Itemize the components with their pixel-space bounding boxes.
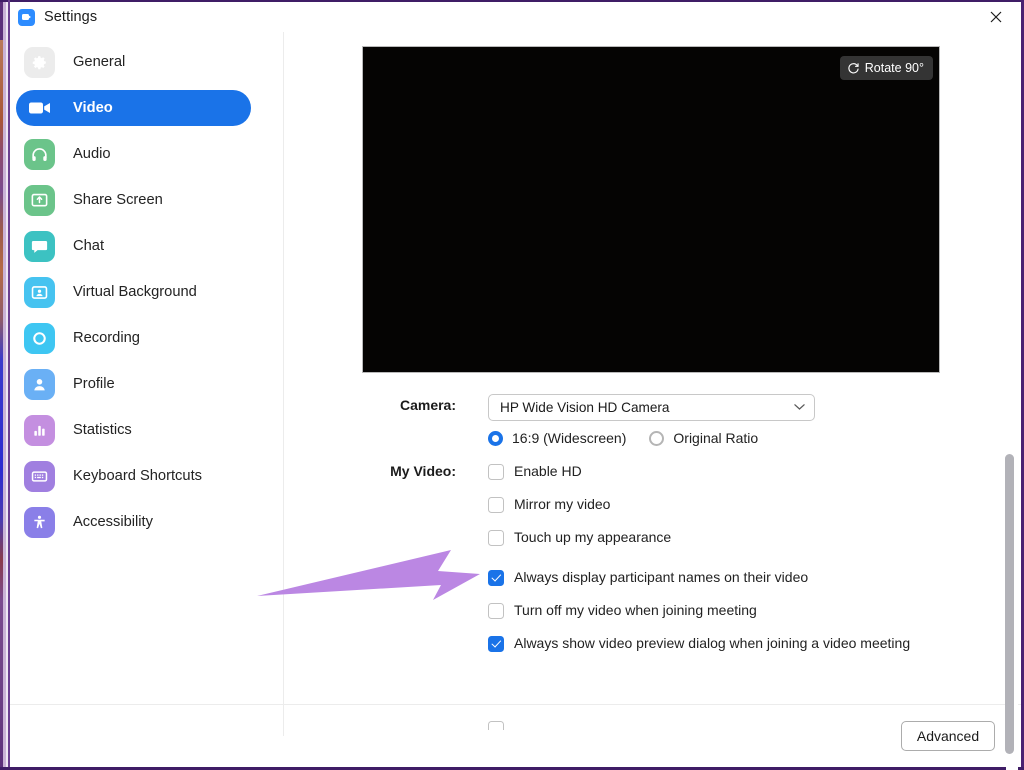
record-circle-icon <box>24 322 55 354</box>
radio-label: Original Ratio <box>673 430 759 446</box>
camera-row: Camera: HP Wide Vision HD Camera <box>284 394 1021 427</box>
title-bar: Settings <box>10 2 1021 32</box>
checkbox-indicator <box>488 602 504 619</box>
sidebar-item-label: Statistics <box>73 422 132 438</box>
sidebar-item-chat[interactable]: Chat <box>16 228 251 264</box>
checkbox-indicator <box>488 463 504 480</box>
advanced-button[interactable]: Advanced <box>901 721 995 751</box>
radio-label: 16:9 (Widescreen) <box>512 430 627 446</box>
checkbox-indicator <box>488 635 504 652</box>
checkbox-indicator <box>488 721 504 730</box>
accessibility-icon <box>24 506 55 538</box>
mirror-video-row: Mirror my video <box>284 493 1021 526</box>
rotate-icon <box>848 62 859 73</box>
sidebar-item-label: Video <box>73 100 113 116</box>
sidebar-item-audio[interactable]: Audio <box>16 136 251 172</box>
virtual-background-icon <box>24 276 55 308</box>
gear-icon <box>24 46 55 78</box>
sidebar: General Video Audio Share Screen Chat Vi… <box>10 32 284 767</box>
person-icon <box>24 368 55 400</box>
sidebar-item-recording[interactable]: Recording <box>16 320 251 356</box>
zoom-logo-icon <box>18 8 35 26</box>
settings-content: Rotate 90° Camera: HP Wide Vision HD Cam… <box>284 32 1021 767</box>
sidebar-item-general[interactable]: General <box>16 44 251 80</box>
rotate-button-label: Rotate 90° <box>864 61 924 75</box>
sidebar-item-label: Virtual Background <box>73 284 197 300</box>
settings-window: Settings General Video Audio Share Scree… <box>0 0 1024 770</box>
checkbox-indicator <box>488 569 504 586</box>
checkbox-label: Always show video preview dialog when jo… <box>514 635 911 651</box>
checkbox-mirror-my-video[interactable]: Mirror my video <box>488 493 610 516</box>
my-video-row: My Video: Enable HD <box>284 460 1021 493</box>
checkbox-label: Mirror my video <box>514 496 611 512</box>
radio-indicator <box>649 431 665 446</box>
checkbox-turn-off-my-video-when-joining[interactable]: Turn off my video when joining meeting <box>488 599 757 622</box>
checkbox-label: Enable HD <box>514 463 582 479</box>
checkbox-enable-hd[interactable]: Enable HD <box>488 460 582 483</box>
checkbox-always-display-participant-names[interactable]: Always display participant names on thei… <box>488 566 808 589</box>
rotate-90-button[interactable]: Rotate 90° <box>839 56 933 80</box>
scrollbar-thumb[interactable] <box>1005 454 1014 754</box>
sidebar-item-label: Share Screen <box>73 192 163 208</box>
checkbox-indicator <box>488 529 504 546</box>
sidebar-item-label: Audio <box>73 146 111 162</box>
checkbox-clipped[interactable] <box>488 721 504 730</box>
radio-16-9-widescreen[interactable]: 16:9 (Widescreen) <box>488 427 626 450</box>
checkbox-indicator <box>488 496 504 513</box>
sidebar-item-label: Keyboard Shortcuts <box>73 468 202 484</box>
keyboard-icon <box>24 460 55 492</box>
sidebar-item-virtual-background[interactable]: Virtual Background <box>16 274 251 310</box>
sidebar-item-label: Recording <box>73 330 140 346</box>
window-title: Settings <box>44 9 98 25</box>
bar-chart-icon <box>24 414 55 446</box>
aspect-ratio-row: 16:9 (Widescreen) Original Ratio <box>284 427 1021 460</box>
sidebar-item-accessibility[interactable]: Accessibility <box>16 504 251 540</box>
video-preview-dialog-row: Always show video preview dialog when jo… <box>284 632 1021 665</box>
sidebar-item-label: Chat <box>73 238 105 254</box>
checkbox-label: Always display participant names on thei… <box>514 569 809 585</box>
window-body: General Video Audio Share Screen Chat Vi… <box>10 32 1021 770</box>
close-icon <box>990 11 1002 23</box>
headphones-icon <box>24 138 55 170</box>
video-camera-icon <box>24 93 55 124</box>
touch-up-row: Touch up my appearance <box>284 526 1021 559</box>
camera-label: Camera: <box>399 397 456 413</box>
camera-select[interactable]: HP Wide Vision HD Camera <box>488 394 815 421</box>
sidebar-item-share-screen[interactable]: Share Screen <box>16 182 251 218</box>
close-button[interactable] <box>974 2 1018 32</box>
checkbox-always-show-video-preview-dialog[interactable]: Always show video preview dialog when jo… <box>488 632 910 655</box>
chat-bubble-icon <box>24 230 55 262</box>
sidebar-item-keyboard-shortcuts[interactable]: Keyboard Shortcuts <box>16 458 251 494</box>
sidebar-item-label: Accessibility <box>73 514 153 530</box>
checkbox-label: Turn off my video when joining meeting <box>514 602 757 618</box>
checkbox-touch-up-my-appearance[interactable]: Touch up my appearance <box>488 526 671 549</box>
sidebar-item-video[interactable]: Video <box>16 90 251 126</box>
checkbox-label: Touch up my appearance <box>514 529 672 545</box>
sidebar-item-label: General <box>73 54 126 70</box>
share-screen-icon <box>24 184 55 216</box>
settings-form: Camera: HP Wide Vision HD Camera 16:9 (W… <box>284 394 1021 730</box>
turn-off-video-row: Turn off my video when joining meeting <box>284 599 1021 632</box>
footer-divider <box>10 704 1021 705</box>
clipped-row <box>488 721 504 730</box>
sidebar-item-statistics[interactable]: Statistics <box>16 412 251 448</box>
meetings-label: Meetings: <box>390 569 456 585</box>
radio-original-ratio[interactable]: Original Ratio <box>649 427 758 450</box>
meetings-row: Meetings: Always display participant nam… <box>284 566 1021 599</box>
sidebar-item-label: Profile <box>73 376 115 392</box>
scrollbar-track[interactable] <box>1005 64 1018 770</box>
video-preview: Rotate 90° <box>362 46 940 373</box>
sidebar-item-profile[interactable]: Profile <box>16 366 251 402</box>
radio-indicator <box>488 431 503 446</box>
my-video-label: My Video: <box>390 463 456 479</box>
